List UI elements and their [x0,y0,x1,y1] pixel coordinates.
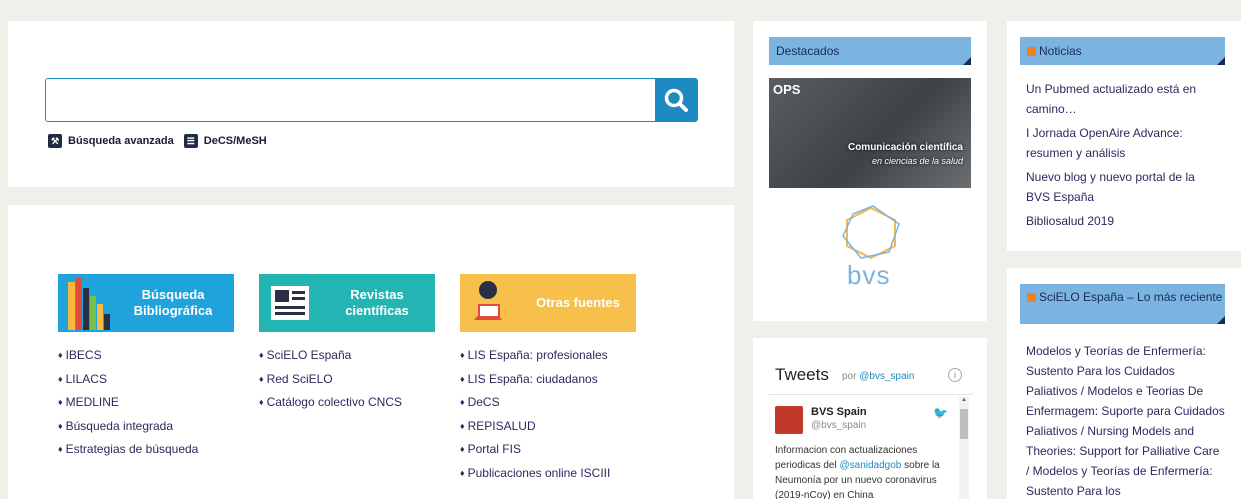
tweet-mention[interactable]: @sanidadgob [840,460,902,471]
destacados-header: Destacados [769,37,971,65]
list-item[interactable]: LIS España: profesionales [460,348,610,372]
list-item[interactable]: DeCS [460,395,610,419]
tweet-author-name[interactable]: BVS Spain [811,406,867,418]
list-item[interactable]: Estrategias de búsqueda [58,442,199,466]
search-button[interactable] [655,78,697,122]
scroll-thumb[interactable] [960,409,968,439]
destacados-title: Destacados [776,44,840,58]
search-links: ⚒ Búsqueda avanzada ☰ DeCS/MeSH [48,134,277,148]
tile-busqueda-bibliografica[interactable]: Búsqueda Bibliográfica [58,274,234,332]
rss-icon[interactable] [1027,293,1036,302]
list-item[interactable]: Publicaciones online ISCIII [460,466,611,490]
tweets-by-label: por [842,371,857,382]
tweets-account-link[interactable]: @bvs_spain [859,371,914,382]
tile-label: Otras fuentes [536,295,620,310]
tweets-title: Tweets [775,365,829,384]
list-item[interactable]: SciELO España [259,348,402,372]
scielo-title: SciELO España – Lo más reciente [1039,290,1223,304]
promo-subcaption: en ciencias de la salud [871,156,963,166]
ops-logo: OPS [773,82,801,97]
noticias-title: Noticias [1039,44,1082,58]
list-item[interactable]: LIS España: ciudadanos [460,372,610,396]
bvs-hexagon-icon [842,205,900,260]
info-icon[interactable]: i [948,368,962,382]
list-item[interactable]: MEDLINE [58,395,198,419]
noticias-panel: Noticias Un Pubmed actualizado está en c… [1007,21,1241,251]
list-item[interactable]: REPISALUD [460,419,610,443]
list-busqueda: IBECS LILACS MEDLINE Búsqueda integrada … [58,348,199,466]
bvs-logo-text: bvs [847,260,891,290]
avatar[interactable] [775,406,803,434]
twitter-bird-icon: 🐦 [933,406,948,420]
scielo-panel: SciELO España – Lo más reciente Modelos … [1007,268,1241,499]
decs-mesh-label: DeCS/MeSH [203,135,267,147]
tile-otras-fuentes[interactable]: Otras fuentes [460,274,636,332]
tile-label: Búsqueda Bibliográfica [133,287,213,318]
tweet-feed: BVS Spain @bvs_spain 🐦 Informacion con a… [769,394,973,499]
mi-bvs-logo[interactable]: bvs [833,204,909,290]
search-panel: ⚒ Búsqueda avanzada ☰ DeCS/MeSH [8,21,734,187]
tweet-scrollbar[interactable]: ▲ [959,397,969,499]
tweet-author-handle[interactable]: @bvs_spain [811,420,866,431]
key-icon: ⚒ [48,134,62,148]
rss-icon[interactable] [1027,47,1036,56]
promo-banner[interactable]: OPS Comunicación científica en ciencias … [769,78,971,188]
tweets-panel: Tweets por @bvs_spain i BVS Spain @bvs_s… [753,338,987,499]
list-item[interactable]: IBECS [58,348,198,372]
reader-icon [474,281,502,320]
search-icon [664,88,688,112]
scroll-up-icon[interactable]: ▲ [961,397,967,403]
promo-caption: Comunicación científica [847,142,963,153]
destacados-panel: Destacados OPS Comunicación científica e… [753,21,987,321]
books-icon [68,278,110,330]
advanced-search-label: Búsqueda avanzada [68,135,174,147]
list-item[interactable]: LILACS [58,372,198,396]
news-item[interactable]: Un Pubmed actualizado está en camino… [1026,79,1220,119]
search-input[interactable] [45,78,698,122]
news-item[interactable]: I Jornada OpenAire Advance: resumen y an… [1026,123,1220,163]
list-item[interactable]: Portal FIS [460,442,610,466]
tweet-text: Informacion con actualizaciones periodic… [775,443,953,499]
newspaper-icon [271,286,309,320]
list-item[interactable]: Búsqueda integrada [58,419,198,443]
sources-panel: Búsqueda Bibliográfica Revistas científi… [8,205,734,499]
advanced-search-link[interactable]: ⚒ Búsqueda avanzada [48,134,174,148]
noticias-header: Noticias [1020,37,1225,65]
list-item[interactable]: Catálogo colectivo CNCS [259,395,402,419]
list-revistas: SciELO España Red SciELO Catálogo colect… [259,348,402,419]
decs-mesh-link[interactable]: ☰ DeCS/MeSH [183,134,267,148]
list-otras: LIS España: profesionales LIS España: ci… [460,348,611,490]
tile-revistas-cientificas[interactable]: Revistas científicas [259,274,435,332]
list-item[interactable]: Red SciELO [259,372,402,396]
scielo-header: SciELO España – Lo más reciente [1020,284,1225,324]
scielo-recent-item[interactable]: Modelos y Teorías de Enfermería: Sustent… [1026,341,1226,499]
news-item[interactable]: Nuevo blog y nuevo portal de la BVS Espa… [1026,167,1220,207]
tile-label: Revistas científicas [345,287,409,318]
noticias-list: Un Pubmed actualizado está en camino… I … [1026,79,1220,235]
news-item[interactable]: Bibliosalud 2019 [1026,211,1220,231]
tweets-by: por @bvs_spain [842,371,914,382]
book-icon: ☰ [183,134,198,148]
